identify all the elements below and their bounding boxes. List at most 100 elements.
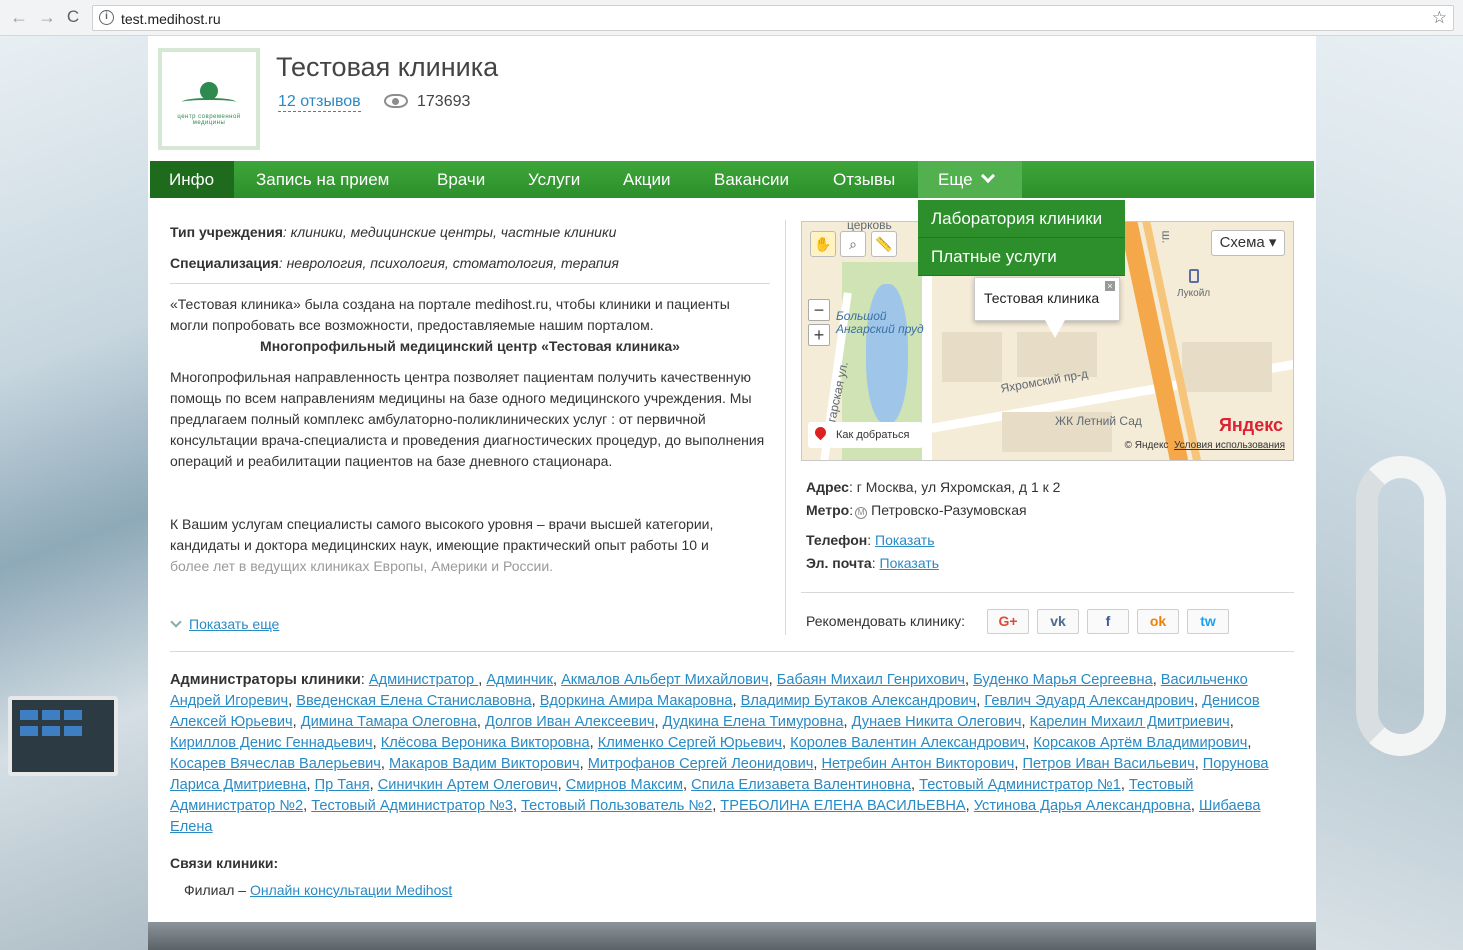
nav-vacancies[interactable]: Вакансии — [714, 161, 789, 198]
admin-link[interactable]: Петров Иван Васильевич — [1022, 756, 1194, 772]
admin-link[interactable]: Долгов Иван Алексеевич — [485, 714, 655, 730]
yandex-logo: Яндекс — [1218, 415, 1283, 435]
admin-link[interactable]: Дудкина Елена Тимуровна — [663, 714, 844, 730]
admin-link[interactable]: Макаров Вадим Викторович — [389, 756, 580, 772]
map-label-highway: ш. — [1159, 230, 1174, 244]
institution-type: Тип учреждения: клиники, медицинские цен… — [170, 224, 617, 240]
hand-tool-icon[interactable]: ✋ — [810, 231, 836, 257]
description-specialists-faded: более лет в ведущих клиниках Европы, Аме… — [170, 558, 554, 574]
nav-services[interactable]: Услуги — [528, 161, 580, 198]
google-plus-share-button[interactable]: G+ — [987, 609, 1029, 634]
clinic-logo: центр современной медицины — [158, 48, 260, 150]
email: Эл. почта: Показать — [806, 555, 940, 571]
admin-list: Администратор , Админчик, Акмалов Альбер… — [170, 672, 1269, 835]
admin-link[interactable]: Клёсова Вероника Викторовна — [381, 735, 590, 751]
admin-link[interactable]: Королев Валентин Александрович — [790, 735, 1025, 751]
map-pin-icon — [812, 424, 829, 441]
admin-link[interactable]: Клименко Сергей Юрьевич — [598, 735, 782, 751]
nav-info[interactable]: Инфо — [150, 161, 234, 198]
chevron-down-icon — [170, 616, 182, 628]
relations-row: Филиал – Онлайн консультации Medihost — [184, 882, 453, 898]
admin-link[interactable]: Владимир Бутаков Александрович — [741, 693, 977, 709]
admin-link[interactable]: Вдоркина Амира Макаровна — [540, 693, 733, 709]
admin-link[interactable]: Буденко Марья Сергеевна — [973, 672, 1153, 688]
back-icon[interactable]: ← — [8, 6, 30, 28]
divider — [170, 651, 1294, 652]
ruler-tool-icon[interactable]: 📏 — [871, 231, 897, 257]
browser-toolbar: ← → C i test.medihost.ru ☆ — [0, 0, 1463, 36]
address-bar[interactable]: i test.medihost.ru ☆ — [92, 5, 1454, 31]
map-balloon: Тестовая клиника × — [974, 277, 1120, 338]
admin-link[interactable]: Нетребин Антон Викторович — [821, 756, 1014, 772]
logo-text: центр современной медицины — [177, 114, 241, 126]
admin-link[interactable]: Кириллов Денис Геннадьевич — [170, 735, 373, 751]
admin-link[interactable]: Акмалов Альберт Михайлович — [561, 672, 769, 688]
nav-reviews[interactable]: Отзывы — [833, 161, 895, 198]
admin-link[interactable]: Устинова Дарья Александровна — [974, 798, 1191, 814]
nav-promotions[interactable]: Акции — [623, 161, 671, 198]
twitter-share-button[interactable]: tw — [1187, 609, 1229, 634]
show-more-link[interactable]: Показать еще — [170, 616, 279, 632]
admin-link[interactable]: Карелин Михаил Дмитриевич — [1030, 714, 1230, 730]
reviews-link[interactable]: 12 отзывов — [278, 93, 361, 112]
admin-link[interactable]: Митрофанов Сергей Леонидович — [588, 756, 814, 772]
nav-doctors[interactable]: Врачи — [437, 161, 485, 198]
vk-share-button[interactable]: vk — [1037, 609, 1079, 634]
address: Адрес: г Москва, ул Яхромская, д 1 к 2 — [806, 479, 1061, 495]
admin-link[interactable]: Администратор — [369, 672, 478, 688]
description-body: Многопрофильная направленность центра по… — [170, 369, 765, 469]
admin-link[interactable]: Спила Елизавета Валентиновна — [691, 777, 911, 793]
admin-link[interactable]: Смирнов Максим — [566, 777, 683, 793]
map-balloon-text: Тестовая клиника — [984, 290, 1100, 306]
site-info-icon[interactable]: i — [99, 10, 114, 25]
admin-link[interactable]: Дунаев Никита Олегович — [852, 714, 1022, 730]
fuel-station-icon — [1189, 269, 1199, 283]
admin-link[interactable]: Косарев Вячеслав Валерьевич — [170, 756, 381, 772]
facebook-share-button[interactable]: f — [1087, 609, 1129, 634]
metro: Метро: M Петровско-Разумовская — [806, 502, 1027, 519]
zoom-in-button[interactable]: + — [808, 324, 830, 346]
show-phone-link[interactable]: Показать — [875, 532, 935, 548]
forward-icon[interactable]: → — [36, 6, 58, 28]
eye-icon — [384, 94, 408, 108]
admin-link[interactable]: ТРЕБОЛИНА ЕЛЕНА ВАСИЛЬЕВНА — [720, 798, 965, 814]
terms-link[interactable]: Условия использования — [1174, 440, 1285, 451]
nav-more[interactable]: Еще — [918, 161, 1022, 198]
odnoklassniki-share-button[interactable]: ok — [1137, 609, 1179, 634]
dropdown-item-paid-services[interactable]: Платные услуги — [918, 238, 1125, 276]
route-button[interactable]: Как добраться — [808, 422, 923, 448]
admin-link[interactable]: Бабаян Михаил Генрихович — [777, 672, 965, 688]
background-left — [0, 36, 148, 950]
map-label-fuel: Лукойл — [1177, 288, 1211, 299]
nav-appointment[interactable]: Запись на прием — [256, 161, 389, 198]
relation-link[interactable]: Онлайн консультации Medihost — [250, 882, 452, 898]
admin-link[interactable]: Димина Тамара Олеговна — [301, 714, 477, 730]
admin-link[interactable]: Введенская Елена Станиславовна — [296, 693, 531, 709]
more-dropdown: Лаборатория клиники Платные услуги — [918, 200, 1125, 276]
map-label-block: ЖК Летний Сад — [1055, 414, 1142, 428]
admin-link[interactable]: Корсаков Артём Владимирович — [1033, 735, 1247, 751]
metro-icon: M — [855, 507, 868, 519]
magnifier-tool-icon[interactable]: ⌕ — [840, 231, 866, 257]
clinic-admins: Администраторы клиники: Администратор , … — [170, 672, 1269, 835]
map-type-select[interactable]: Схема ▾ — [1211, 230, 1285, 256]
admin-link[interactable]: Тестовый Администратор №1 — [919, 777, 1121, 793]
close-icon[interactable]: × — [1105, 281, 1115, 291]
background-bottom — [148, 922, 1316, 950]
url-text[interactable]: test.medihost.ru — [121, 11, 221, 27]
admin-link[interactable]: Гевлич Эдуард Александрович — [984, 693, 1194, 709]
map-copyright: © Яндекс Условия использования — [1124, 440, 1285, 451]
bookmark-star-icon[interactable]: ☆ — [1432, 8, 1447, 28]
admin-link[interactable]: Синичкин Артем Олегович — [378, 777, 558, 793]
zoom-out-button[interactable]: − — [808, 299, 830, 321]
reload-icon[interactable]: C — [62, 6, 84, 28]
show-email-link[interactable]: Показать — [880, 555, 940, 571]
admin-link[interactable]: Тестовый Администратор №3 — [311, 798, 513, 814]
dropdown-item-lab[interactable]: Лаборатория клиники — [918, 200, 1125, 238]
nav-more-label: Еще — [938, 170, 973, 189]
divider — [170, 283, 770, 284]
admin-link[interactable]: Админчик — [486, 672, 553, 688]
background-right — [1316, 36, 1463, 950]
admin-link[interactable]: Пр Таня — [315, 777, 370, 793]
admin-link[interactable]: Тестовый Пользователь №2 — [521, 798, 712, 814]
